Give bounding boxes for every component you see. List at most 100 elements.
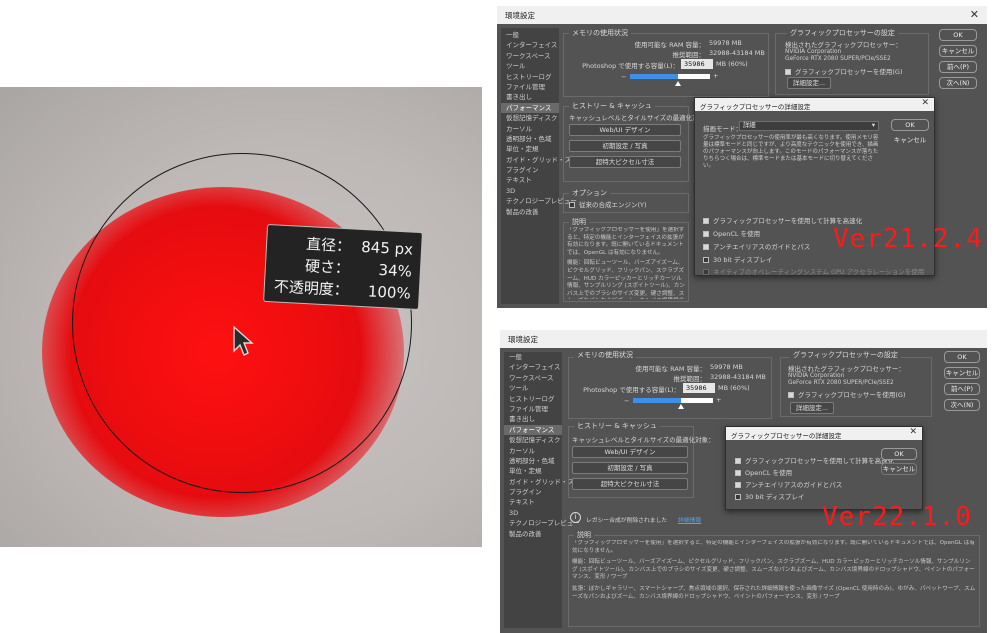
antialias-label: アンチエイリアスのガイドとパス (713, 243, 811, 251)
opencl-label: OpenCL を使用 (713, 230, 761, 238)
memory-plus-icon[interactable]: + (716, 396, 721, 404)
sidebar-item-interface[interactable]: インターフェイス (501, 40, 559, 50)
sidebar-item-transparency[interactable]: 透明部分・色域 (504, 456, 562, 466)
available-ram-value: 59978 MB (710, 363, 743, 371)
sidebar-item-tools[interactable]: ツール (501, 61, 559, 71)
ok-button[interactable]: OK (944, 351, 980, 363)
gpu-advanced-settings-button[interactable]: 詳細設定... (790, 402, 834, 414)
antialias-checkbox[interactable]: アンチエイリアスのガイドとパス (735, 479, 842, 489)
sidebar-item-plugins[interactable]: プラグイン (501, 165, 559, 175)
learn-more-link[interactable]: 詳細情報 (678, 515, 701, 524)
gpu-advanced-ok-button[interactable]: OK (881, 448, 917, 460)
cancel-button[interactable]: キャンセル (939, 45, 977, 57)
sidebar-item-file-handling[interactable]: ファイル管理 (501, 82, 559, 92)
sidebar-item-performance[interactable]: パフォーマンス (504, 424, 562, 436)
sidebar-item-3d[interactable]: 3D (504, 508, 562, 518)
memory-minus-icon[interactable]: − (624, 397, 629, 405)
gpu-advanced-titlebar: グラフィックプロセッサーの詳細設定 ✕ (726, 427, 922, 440)
brush-info-tooltip: 直径： 845 px 硬さ： 34% 不透明度： 100% (263, 223, 423, 311)
options-title: オプション (569, 188, 610, 198)
web-ui-design-button[interactable]: Web/UI デザイン (569, 124, 681, 136)
huge-pixel-button[interactable]: 超特大ピクセル寸法 (572, 478, 688, 490)
version-label-v22: Ver22.1.0 (822, 502, 972, 532)
sidebar-item-3d[interactable]: 3D (501, 186, 559, 196)
sidebar-item-general[interactable]: 一般 (501, 30, 559, 40)
sidebar-item-tools[interactable]: ツール (504, 383, 562, 393)
sidebar-item-tech-previews[interactable]: テクノロジープレビュー (504, 518, 580, 528)
ideal-range-label: 推奨範囲： (672, 51, 706, 59)
close-icon[interactable]: ✕ (970, 8, 979, 21)
default-photo-button[interactable]: 初期設定 / 写真 (572, 462, 688, 474)
close-icon[interactable]: ✕ (909, 427, 917, 437)
sidebar-item-transparency[interactable]: 透明部分・色域 (501, 134, 559, 144)
sidebar-item-units[interactable]: 単位・定規 (504, 466, 562, 476)
sidebar-item-history-log[interactable]: ヒストリーログ (501, 72, 559, 82)
sidebar-item-interface[interactable]: インターフェイス (504, 362, 562, 372)
sidebar-item-history-log[interactable]: ヒストリーログ (504, 394, 562, 404)
cancel-button[interactable]: キャンセル (944, 367, 980, 379)
history-cache-title: ヒストリー & キャッシュ (569, 101, 655, 111)
gpu-compute-checkbox[interactable]: グラフィックプロセッサーを使用して計算を高速化 (735, 455, 894, 465)
prev-button[interactable]: 前へ(P) (939, 61, 977, 73)
memory-slider-handle[interactable] (678, 404, 684, 409)
history-cache-title: ヒストリー & キャッシュ (574, 421, 660, 431)
sidebar-item-product-improvement[interactable]: 製品の改善 (504, 529, 562, 539)
gpu-advanced-ok-button[interactable]: OK (891, 119, 929, 131)
web-ui-design-button[interactable]: Web/UI デザイン (572, 446, 688, 458)
sidebar-item-performance[interactable]: パフォーマンス (501, 102, 559, 114)
30bit-display-checkbox[interactable]: 30 bit ディスプレイ (703, 254, 772, 264)
next-button[interactable]: 次へ(N) (939, 77, 977, 89)
sidebar-item-tech-previews[interactable]: テクノロジープレビュー (501, 196, 577, 206)
sidebar-item-guides[interactable]: ガイド・グリッド・スライス (501, 155, 590, 165)
sidebar-item-workspace[interactable]: ワークスペース (501, 51, 559, 61)
gpu-advanced-settings-button[interactable]: 詳細設定... (787, 77, 831, 89)
sidebar-item-cursors[interactable]: カーソル (504, 446, 562, 456)
sidebar-item-scratch-disks[interactable]: 仮想記憶ディスク (501, 113, 559, 123)
ok-button[interactable]: OK (939, 29, 977, 41)
antialias-checkbox[interactable]: アンチエイリアスのガイドとパス (703, 241, 810, 251)
gpu-advanced-cancel-button[interactable]: キャンセル (881, 463, 917, 475)
close-icon[interactable]: ✕ (921, 98, 929, 108)
sidebar-item-cursors[interactable]: カーソル (501, 124, 559, 134)
photoshop-use-label: Photoshop で使用する容量(L)： (583, 386, 680, 394)
gpu-advanced-titlebar: グラフィックプロセッサーの詳細設定 ✕ (695, 98, 934, 111)
sidebar-item-general[interactable]: 一般 (504, 352, 562, 362)
native-gpu-label: ネイティブのオペレーティングシステム GPU アクセラレーションを使用 (713, 268, 925, 276)
huge-pixel-button[interactable]: 超特大ピクセル寸法 (569, 156, 681, 168)
default-photo-button[interactable]: 初期設定 / 写真 (569, 140, 681, 152)
30bit-display-checkbox[interactable]: 30 bit ディスプレイ (735, 491, 804, 501)
memory-slider-handle[interactable] (675, 81, 681, 86)
memory-usage-title: メモリの使用状況 (569, 28, 631, 38)
gpu-advanced-cancel-button[interactable]: キャンセル (891, 134, 929, 146)
window-title: 環境設定 (508, 335, 538, 344)
prev-button[interactable]: 前へ(P) (944, 383, 980, 395)
memory-minus-icon[interactable]: − (621, 73, 626, 81)
version-label-v21: Ver21.2.4 (833, 224, 983, 254)
use-gpu-checkbox[interactable]: グラフィックプロセッサーを使用(G) (785, 66, 902, 76)
sidebar-item-product-improvement[interactable]: 製品の改善 (501, 207, 559, 217)
sidebar-item-guides[interactable]: ガイド・グリッド・スライス (504, 477, 593, 487)
opencl-checkbox[interactable]: OpenCL を使用 (703, 228, 760, 238)
sidebar-item-plugins[interactable]: プラグイン (504, 487, 562, 497)
sidebar-item-type[interactable]: テキスト (504, 497, 562, 507)
memory-slider-track[interactable] (633, 398, 713, 403)
30bit-display-label: 30 bit ディスプレイ (745, 493, 805, 501)
sidebar-item-workspace[interactable]: ワークスペース (504, 373, 562, 383)
memory-use-input[interactable]: 35986 (683, 383, 715, 393)
memory-plus-icon[interactable]: + (713, 72, 718, 80)
sidebar-item-type[interactable]: テキスト (501, 175, 559, 185)
sidebar-item-units[interactable]: 単位・定規 (501, 144, 559, 154)
opencl-checkbox[interactable]: OpenCL を使用 (735, 467, 792, 477)
use-gpu-checkbox[interactable]: グラフィックプロセッサーを使用(G) (788, 389, 905, 399)
drawing-mode-select[interactable]: 詳細 ▾ (739, 121, 879, 131)
memory-slider-track[interactable] (630, 74, 710, 79)
sidebar-item-export[interactable]: 書き出し (501, 92, 559, 102)
sidebar-item-export[interactable]: 書き出し (504, 414, 562, 424)
sidebar-item-file-handling[interactable]: ファイル管理 (504, 404, 562, 414)
preferences-window-v22: 環境設定 一般 インターフェイス ワークスペース ツール ヒストリーログ ファイ… (500, 330, 987, 633)
memory-use-input[interactable]: 35986 (681, 59, 713, 69)
legacy-compositing-checkbox[interactable]: 従来の合成エンジン(Y) (569, 199, 647, 209)
gpu-vendor: NVIDIA Corporation (788, 373, 845, 379)
next-button[interactable]: 次へ(N) (944, 399, 980, 411)
sidebar-item-scratch-disks[interactable]: 仮想記憶ディスク (504, 435, 562, 445)
